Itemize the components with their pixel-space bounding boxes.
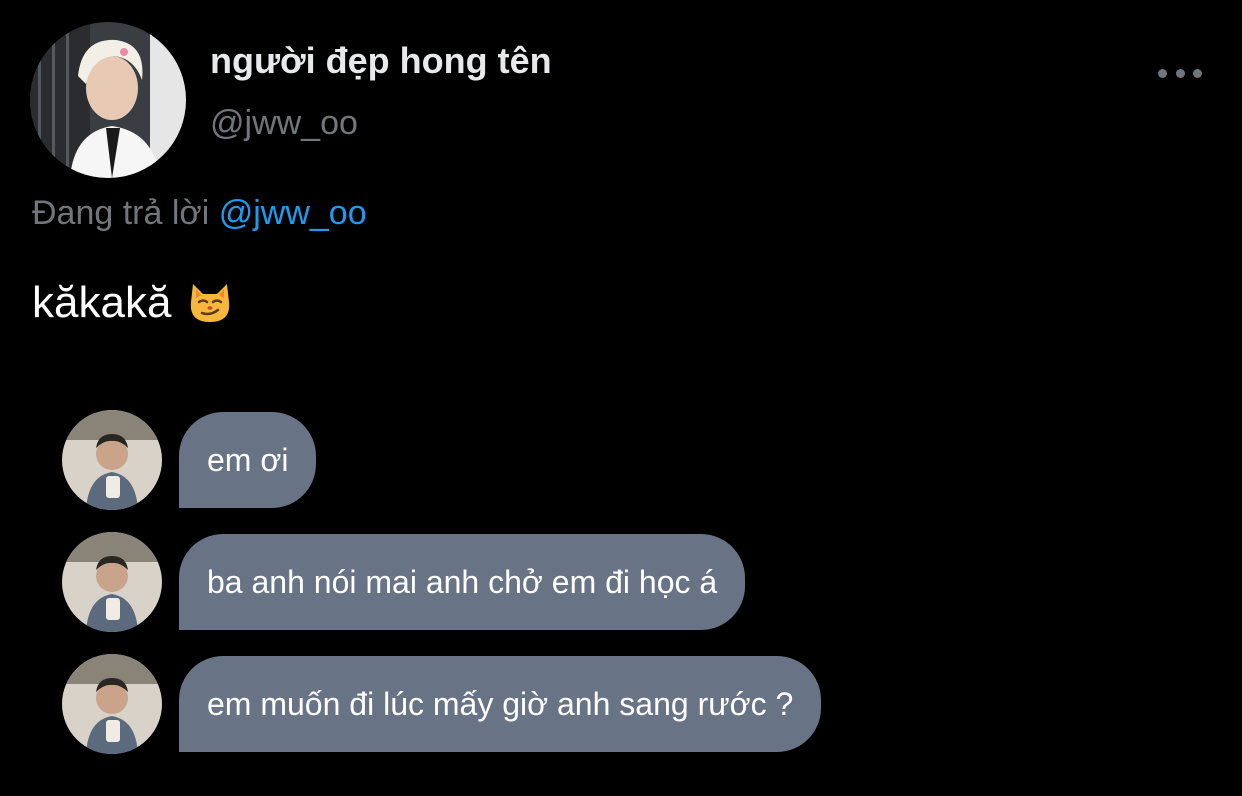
sender-avatar <box>62 532 162 632</box>
chat-message: em ơi <box>62 410 317 510</box>
smirking-cat-face-icon <box>191 284 230 322</box>
reply-mention-link[interactable]: @jww_oo <box>219 194 367 232</box>
child-photo-icon <box>62 654 162 754</box>
replying-to-line: Đang trả lời @jww_oo <box>32 194 367 233</box>
chat-message: ba anh nói mai anh chở em đi học á <box>62 532 746 632</box>
message-bubble: ba anh nói mai anh chở em đi học á <box>179 534 746 630</box>
child-photo-icon <box>62 410 162 510</box>
ellipsis-icon <box>1193 68 1202 78</box>
author-display-name[interactable]: người đẹp hong tên <box>210 40 552 82</box>
reply-prefix: Đang trả lời <box>32 194 210 232</box>
sender-avatar <box>62 654 162 754</box>
tweet-header: người đẹp hong tên @jww_oo <box>30 22 1210 182</box>
message-bubble: em muốn đi lúc mấy giờ anh sang rước ? <box>179 656 822 752</box>
message-bubble: em ơi <box>179 412 317 508</box>
ellipsis-icon <box>1175 68 1185 78</box>
profile-photo-icon <box>30 22 186 178</box>
sender-avatar <box>62 410 162 510</box>
author-avatar[interactable] <box>30 22 186 178</box>
author-handle[interactable]: @jww_oo <box>210 104 358 143</box>
more-options-button[interactable] <box>1158 62 1202 84</box>
tweet-body: kăkakă <box>32 278 233 328</box>
tweet-text: kăkakă <box>32 278 172 327</box>
chat-message: em muốn đi lúc mấy giờ anh sang rước ? <box>62 654 822 754</box>
ellipsis-icon <box>1158 68 1167 78</box>
child-photo-icon <box>62 532 162 632</box>
